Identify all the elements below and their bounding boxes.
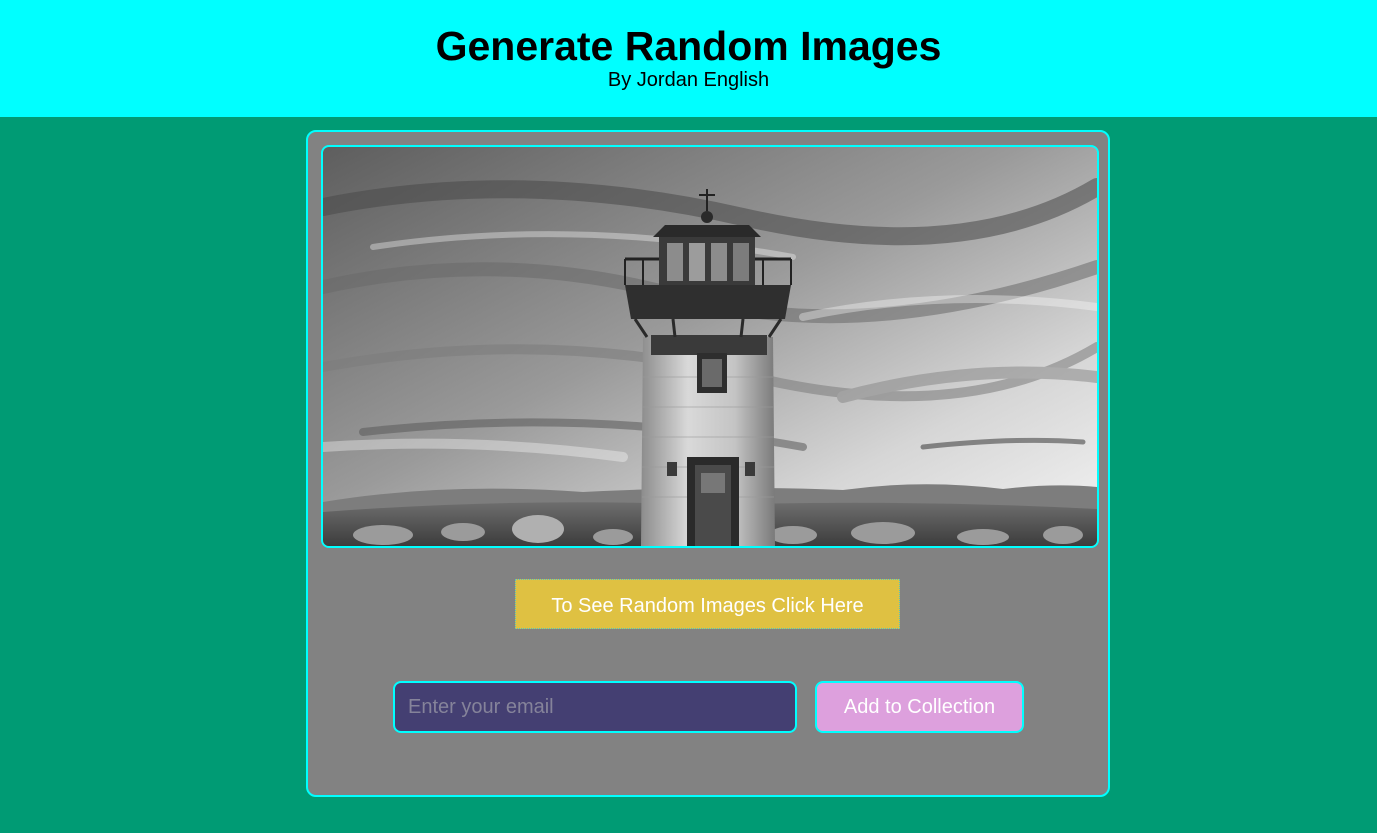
lighthouse-photo bbox=[323, 147, 1097, 546]
page-title: Generate Random Images bbox=[435, 23, 942, 69]
add-to-collection-button[interactable]: Add to Collection bbox=[815, 681, 1024, 733]
image-card: To See Random Images Click Here Add to C… bbox=[306, 130, 1110, 797]
email-field[interactable] bbox=[393, 681, 797, 733]
page-header: Generate Random Images By Jordan English bbox=[0, 0, 1377, 117]
random-images-button[interactable]: To See Random Images Click Here bbox=[515, 579, 900, 629]
author-subtitle: By Jordan English bbox=[607, 69, 770, 91]
random-image bbox=[321, 145, 1099, 548]
